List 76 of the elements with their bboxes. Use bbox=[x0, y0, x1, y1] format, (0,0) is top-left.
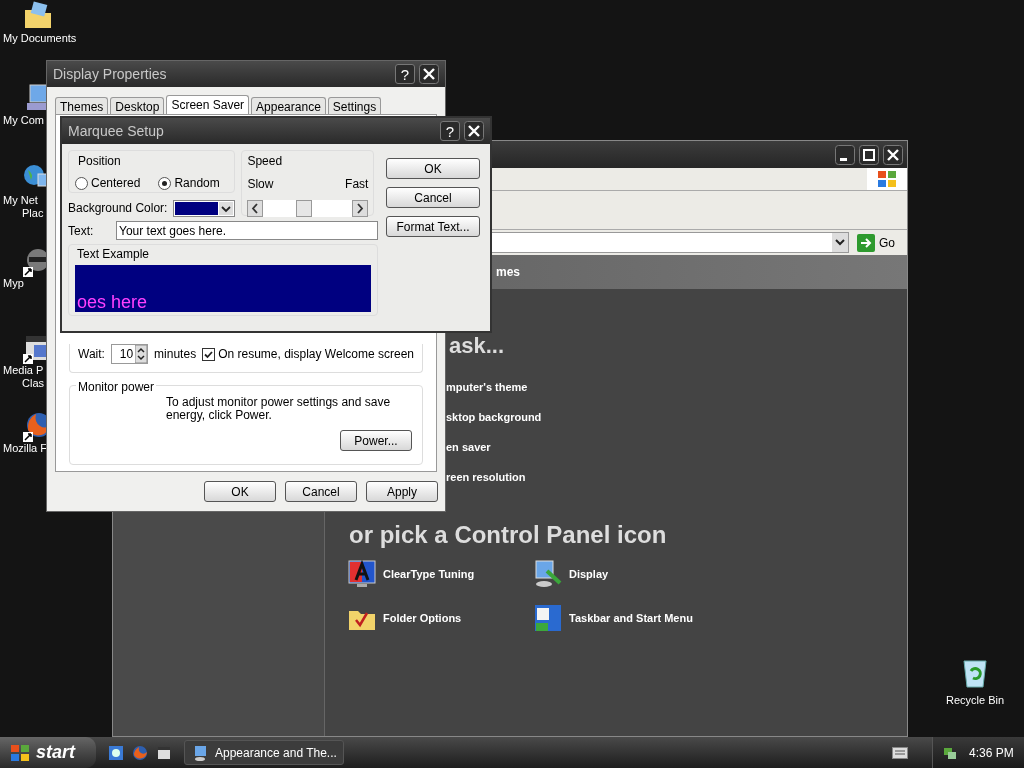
desktop-icon-label[interactable]: Myp bbox=[0, 277, 24, 290]
monitor-brush-icon bbox=[533, 559, 563, 589]
desktop-icon-label[interactable]: Recycle Bin bbox=[945, 692, 1005, 709]
desktop-icon-label[interactable]: My Com bbox=[0, 114, 44, 127]
color-swatch bbox=[175, 201, 219, 215]
spin-field[interactable]: 10 bbox=[110, 344, 149, 364]
help-button[interactable]: ? bbox=[395, 64, 415, 84]
preview-text: oes here bbox=[77, 292, 148, 312]
tab[interactable]: Settings bbox=[327, 97, 382, 114]
task-link[interactable]: en saver bbox=[446, 439, 491, 455]
control-panel-item[interactable]: Taskbar and Start Menu bbox=[533, 603, 733, 633]
go-button[interactable]: Go bbox=[853, 233, 899, 252]
text-label: Text: bbox=[68, 222, 95, 240]
clock: 4:36 PM bbox=[969, 744, 1014, 762]
control-panel-item[interactable]: ClearType Tuning bbox=[347, 559, 533, 589]
start-button[interactable]: start bbox=[0, 737, 96, 768]
wait-label: Wait: bbox=[78, 346, 105, 363]
desktop-icon-label[interactable]: Mozilla F bbox=[0, 442, 47, 455]
control-panel-item[interactable]: Folder Options bbox=[347, 603, 533, 633]
welcome-checkbox[interactable]: On resume, display Welcome screen bbox=[202, 345, 414, 363]
group-label: Text Example bbox=[76, 246, 151, 263]
window-title: Display Properties bbox=[53, 64, 167, 84]
windows-logo-icon bbox=[10, 743, 30, 762]
taskbar-window-icon bbox=[533, 603, 563, 633]
help-button[interactable]: ? bbox=[440, 121, 460, 141]
spinner-arrows-icon bbox=[135, 345, 148, 363]
radio-button[interactable]: Random bbox=[158, 174, 220, 192]
monitor-letter-icon bbox=[347, 559, 377, 589]
close-icon[interactable] bbox=[464, 121, 484, 141]
fast-label: Fast bbox=[345, 176, 369, 193]
header-text: mes bbox=[496, 264, 521, 281]
desktop-icon-label[interactable]: My Net bbox=[0, 194, 38, 207]
power-button[interactable]: Power... bbox=[340, 430, 412, 451]
tab[interactable]: Themes bbox=[55, 97, 109, 114]
tab[interactable]: Desktop bbox=[110, 97, 165, 114]
monitor-power-text: To adjust monitor power settings and save energy, click Power. bbox=[166, 396, 392, 422]
tab[interactable]: Appearance bbox=[251, 97, 326, 114]
slow-label: Slow bbox=[247, 176, 274, 193]
tab[interactable]: Screen Saver bbox=[166, 95, 250, 114]
desktop-icon-label[interactable]: My Documents bbox=[0, 32, 77, 45]
slider-thumb[interactable] bbox=[296, 200, 313, 217]
task-heading: ask... bbox=[449, 335, 505, 357]
display-icon bbox=[193, 744, 209, 761]
dialog-button[interactable]: OK bbox=[386, 158, 480, 179]
dialog-button[interactable]: Apply bbox=[366, 481, 438, 502]
windows-logo-icon bbox=[877, 170, 897, 188]
background-color-label: Background Color: bbox=[68, 200, 168, 217]
network-icon[interactable] bbox=[943, 745, 957, 760]
task-link[interactable]: reen resolution bbox=[446, 469, 526, 485]
maximize-icon[interactable] bbox=[859, 144, 879, 165]
radio-button[interactable]: Centered bbox=[75, 174, 141, 192]
task-link[interactable]: mputer's theme bbox=[446, 379, 528, 395]
dialog-button[interactable]: Cancel bbox=[285, 481, 357, 502]
dropdown-icon bbox=[219, 201, 234, 215]
close-icon[interactable] bbox=[883, 144, 903, 165]
text-field[interactable]: Your text goes here. bbox=[116, 221, 378, 240]
section-heading: or pick a Control Panel icon bbox=[349, 521, 667, 549]
task-link[interactable]: sktop background bbox=[446, 409, 542, 425]
color-dropdown[interactable] bbox=[173, 199, 236, 217]
desktop-icon-label[interactable]: Plac bbox=[0, 207, 44, 220]
minutes-label: minutes bbox=[154, 346, 197, 363]
taskbar-button[interactable]: Appearance and The... bbox=[184, 740, 344, 765]
dialog-button[interactable]: Cancel bbox=[386, 187, 480, 208]
minimize-icon[interactable] bbox=[835, 144, 855, 165]
firefox-icon[interactable] bbox=[132, 744, 148, 761]
dialog-button[interactable]: Format Text... bbox=[386, 216, 480, 237]
group-label: Speed bbox=[247, 153, 284, 170]
close-icon[interactable] bbox=[419, 64, 439, 84]
control-panel-item[interactable]: Display bbox=[533, 559, 733, 589]
dialog-button[interactable]: OK bbox=[204, 481, 276, 502]
desktop-icon-label[interactable]: Clas bbox=[0, 377, 44, 390]
desktop-icon-label[interactable]: Media P bbox=[0, 364, 44, 377]
group-label: Position bbox=[77, 153, 122, 170]
keyboard-icon[interactable] bbox=[892, 746, 908, 759]
window-title: Marquee Setup bbox=[68, 121, 164, 141]
dropdown-icon[interactable] bbox=[832, 233, 848, 252]
